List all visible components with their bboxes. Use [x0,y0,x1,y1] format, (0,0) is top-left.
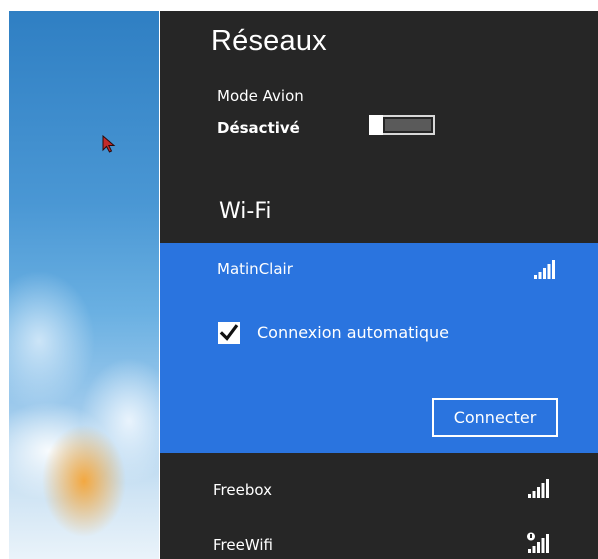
auto-connect-checkbox[interactable] [218,322,240,344]
network-item-selected[interactable]: MatinClair Connexion automatique Connect… [160,243,598,453]
checkmark-icon [219,324,239,341]
network-item-freewifi[interactable]: FreeWifi [160,519,598,559]
wifi-section-title: Wi-Fi [219,199,272,224]
panel-title: Réseaux [211,25,327,57]
auto-connect-label[interactable]: Connexion automatique [257,323,449,342]
signal-strength-icon [528,479,549,498]
toggle-thumb[interactable] [369,115,383,135]
airplane-mode-state: Désactivé [217,119,300,137]
airplane-mode-label: Mode Avion [217,87,304,105]
connect-button[interactable]: Connecter [432,398,558,437]
network-item-freebox[interactable]: Freebox [160,466,598,516]
signal-strength-icon [534,260,555,279]
mouse-cursor-icon [102,135,116,153]
network-name: Freebox [213,481,272,499]
toggle-track [385,119,431,131]
networks-charm-panel: Réseaux Mode Avion Désactivé Wi-Fi Matin… [160,11,598,559]
desktop-background [9,11,159,559]
network-name: FreeWifi [213,536,273,554]
airplane-mode-toggle[interactable] [369,115,435,135]
unsecured-signal-icon [527,532,549,553]
network-name: MatinClair [217,260,293,278]
